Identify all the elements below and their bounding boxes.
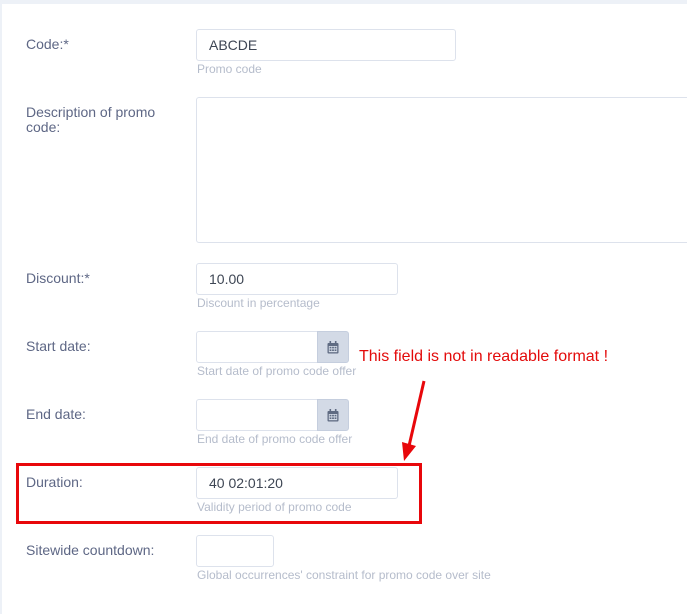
annotation-arrow [402,380,426,461]
